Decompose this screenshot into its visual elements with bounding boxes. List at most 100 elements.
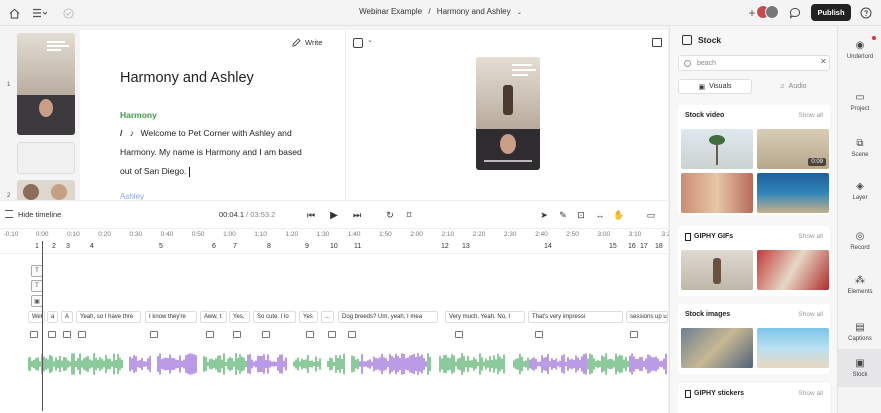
caption-clip[interactable]: sessions up until	[626, 311, 668, 323]
caption-clip[interactable]: Dog breeds? Um, yeah, I mea	[338, 311, 438, 323]
write-mode-button[interactable]: Write	[292, 38, 322, 47]
show-all-link[interactable]: Show all	[798, 390, 823, 397]
speaker-label[interactable]: Harmony	[120, 110, 157, 120]
search-input[interactable]: beach	[678, 55, 830, 71]
stock-video-thumbnail[interactable]	[757, 173, 829, 213]
caption-style-icon[interactable]	[328, 331, 336, 338]
caption-clip[interactable]: That's very impressi	[528, 311, 623, 323]
crop-tool-icon[interactable]: ⊡	[573, 207, 589, 223]
caption-clip[interactable]: Yes,	[229, 311, 250, 323]
page-title[interactable]: Harmony and Ashley	[120, 70, 254, 86]
rail-item-captions[interactable]: ▤ Captions	[838, 313, 881, 351]
caption-clip[interactable]: So cute. I lo	[253, 311, 296, 323]
caption-style-icon[interactable]	[630, 331, 638, 338]
rail-item-scene[interactable]: ⧉ Scene	[838, 129, 881, 167]
rail-item-elements[interactable]: ⁂ Elements	[838, 266, 881, 304]
chevron-down-icon[interactable]: ⌄	[517, 10, 522, 16]
stock-image-thumbnail[interactable]	[757, 328, 829, 368]
scene-marker[interactable]: 18	[655, 243, 663, 250]
caption-track[interactable]: Wel a A Yeah, so I have thre I know they're A…	[28, 311, 668, 323]
rail-item-stock[interactable]: ▣ Stock	[838, 349, 881, 387]
scene-marker[interactable]: 12	[441, 243, 449, 250]
timeline[interactable]: -0:10 0:00 0:10 0:20 0:30 0:40 0:50 1:00 1:10 1:2…	[0, 228, 671, 413]
bookmark-icon[interactable]: ⌑	[401, 207, 417, 223]
caption-style-icon[interactable]	[48, 331, 56, 338]
caption-style-icon[interactable]	[262, 331, 270, 338]
panel-toggle-icon[interactable]	[652, 38, 662, 47]
comment-icon[interactable]	[787, 5, 803, 21]
speaker-label-next[interactable]: Ashley	[120, 192, 144, 200]
scene-thumbnail-2[interactable]	[17, 180, 75, 200]
scene-thumbnail-blank[interactable]	[17, 142, 75, 174]
caption-style-icon[interactable]	[535, 331, 543, 338]
stock-video-thumbnail[interactable]: 0:09	[757, 129, 829, 169]
timeline-ruler[interactable]: -0:10 0:00 0:10 0:20 0:30 0:40 0:50 1:00 1:10 1:2…	[0, 229, 671, 241]
select-tool-icon[interactable]: ➤	[536, 207, 552, 223]
scene-marker[interactable]: 6	[212, 243, 216, 250]
play-icon[interactable]: ▶	[326, 207, 342, 223]
scene-marker[interactable]: 13	[462, 243, 470, 250]
caption-style-icon[interactable]	[348, 331, 356, 338]
clear-search-icon[interactable]: ✕	[820, 57, 827, 66]
scene-marker[interactable]: 15	[609, 243, 617, 250]
transcript-text[interactable]: / ♪ Welcome to Pet Corner with Ashley an…	[120, 124, 315, 181]
tab-visuals[interactable]: ▣ Visuals	[678, 79, 752, 94]
help-icon[interactable]	[858, 5, 874, 21]
show-all-link[interactable]: Show all	[798, 233, 823, 240]
rail-item-underlord[interactable]: ◉ Underlord	[838, 31, 881, 69]
gif-thumbnail[interactable]	[681, 250, 753, 290]
caption-style-icon[interactable]	[30, 331, 38, 338]
show-all-link[interactable]: Show all	[798, 112, 823, 119]
hide-timeline-button[interactable]: Hide timeline	[18, 210, 61, 219]
rail-item-project[interactable]: ▭ Project	[838, 83, 881, 121]
caption-style-icon[interactable]	[78, 331, 86, 338]
playhead[interactable]	[42, 241, 43, 411]
caption-style-icon[interactable]	[233, 331, 241, 338]
scene-marker[interactable]: 3	[66, 243, 70, 250]
skip-forward-icon[interactable]: ⏭	[349, 207, 365, 223]
caption-clip[interactable]: ...	[321, 311, 334, 323]
caption-clip[interactable]: Aww, t	[200, 311, 227, 323]
show-all-link[interactable]: Show all	[798, 311, 823, 318]
stock-image-thumbnail[interactable]	[681, 328, 753, 368]
publish-button[interactable]: Publish	[811, 4, 851, 21]
scene-marker[interactable]: 14	[544, 243, 552, 250]
scene-marker[interactable]: 11	[354, 243, 361, 250]
scene-marker[interactable]: 5	[159, 243, 163, 250]
rail-item-record[interactable]: ◎ Record	[838, 222, 881, 260]
gif-thumbnail[interactable]	[757, 250, 829, 290]
rail-item-layer[interactable]: ◈ Layer	[838, 172, 881, 210]
scene-marker[interactable]: 17	[640, 243, 648, 250]
caption-clip[interactable]: I know they're	[145, 311, 197, 323]
caption-clip[interactable]: Yes	[299, 311, 318, 323]
breadcrumb-composition[interactable]: Harmony and Ashley	[437, 7, 511, 16]
scene-marker[interactable]: 9	[305, 243, 309, 250]
caption-style-icon[interactable]	[63, 331, 71, 338]
caption-style-icon[interactable]	[306, 331, 314, 338]
caption-style-icon[interactable]	[150, 331, 158, 338]
caption-clip[interactable]: A	[61, 311, 73, 323]
stock-video-thumbnail[interactable]	[681, 129, 753, 169]
scene-marker[interactable]: 10	[330, 243, 338, 250]
script-editor[interactable]: Write Harmony and Ashley Harmony / ♪ Wel…	[80, 30, 345, 200]
scene-marker[interactable]: 4	[90, 243, 94, 250]
skip-back-icon[interactable]: ⏮	[303, 207, 319, 223]
caption-style-icon[interactable]	[455, 331, 463, 338]
fit-view-icon[interactable]: ▭	[643, 207, 659, 223]
caption-clip[interactable]: Very much. Yeah. No, I	[445, 311, 525, 323]
scene-marker[interactable]: 7	[233, 243, 237, 250]
caption-clip[interactable]: Yeah, so I have thre	[76, 311, 141, 323]
scene-thumbnail-1[interactable]	[17, 33, 75, 135]
layout-toggle-icon[interactable]	[353, 38, 363, 48]
scene-marker[interactable]: 2	[52, 243, 56, 250]
scene-marker[interactable]: 8	[267, 243, 271, 250]
hand-tool-icon[interactable]: ✋	[611, 207, 627, 223]
chevron-down-icon[interactable]: ⌄	[367, 36, 373, 44]
caption-style-icon[interactable]	[206, 331, 214, 338]
stock-video-thumbnail[interactable]	[681, 173, 753, 213]
expand-tool-icon[interactable]: ↔	[592, 207, 608, 223]
tab-audio[interactable]: ♫ Audio	[756, 79, 830, 94]
scene-marker[interactable]: 1	[35, 243, 39, 250]
audio-waveform[interactable]	[28, 353, 668, 375]
hide-timeline-icon[interactable]	[5, 210, 13, 218]
